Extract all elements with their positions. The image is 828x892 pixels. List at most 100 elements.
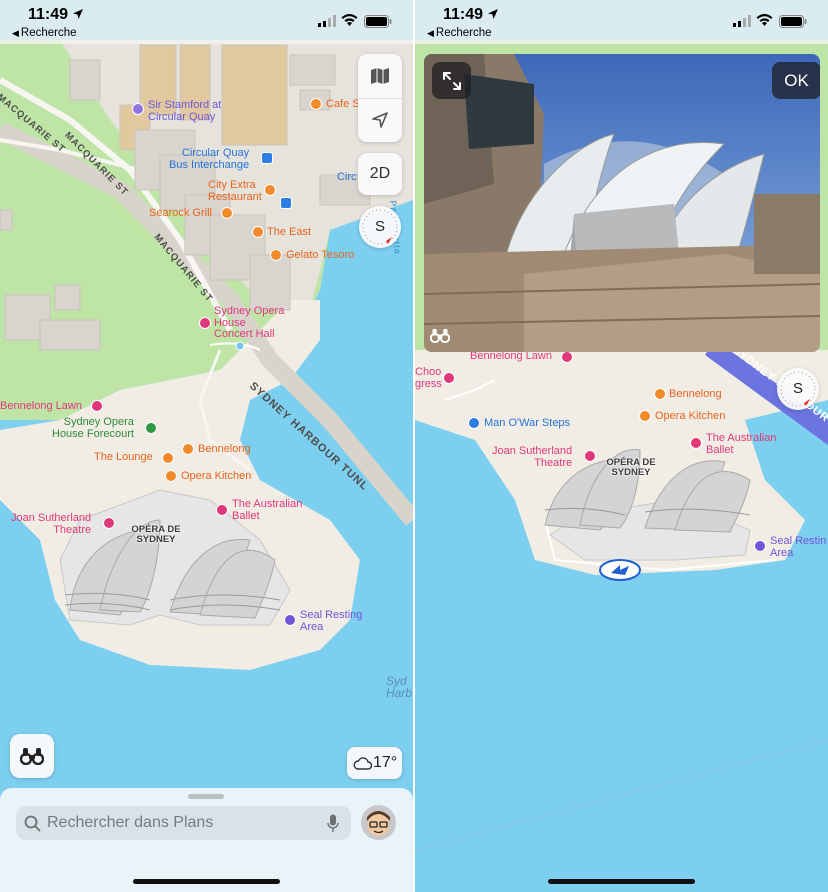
expand-icon <box>443 72 461 90</box>
star-poi[interactable] <box>754 540 766 552</box>
poi-label-australian-ballet[interactable]: The Australian Ballet <box>706 432 776 456</box>
search-field[interactable]: Rechercher dans Plans <box>16 806 351 840</box>
poi-label-choo[interactable]: Choo gress <box>415 366 442 390</box>
park-poi[interactable] <box>145 422 157 434</box>
poi-label-circular-quay-bus[interactable]: Circular Quay Bus Interchange <box>169 147 249 171</box>
star-poi[interactable] <box>284 614 296 626</box>
restaurant-poi[interactable] <box>221 207 233 219</box>
signal-icon <box>733 15 751 27</box>
back-triangle-icon: ◀ <box>12 28 19 38</box>
restaurant-poi[interactable] <box>182 443 194 455</box>
poi-label-circ[interactable]: Circ <box>337 171 357 184</box>
look-around-panel[interactable]: OK <box>424 54 820 352</box>
poi-label-city-extra[interactable]: City Extra Restaurant <box>208 179 262 203</box>
view-mode-label: 2D <box>369 165 391 182</box>
restaurant-poi[interactable] <box>264 184 276 196</box>
ferry-poi[interactable] <box>468 417 480 429</box>
poi-label-australian-ballet[interactable]: The Australian Ballet <box>232 498 302 522</box>
poi-label-bennelong-lawn[interactable]: Bennelong Lawn <box>470 350 552 363</box>
icecream-poi[interactable] <box>270 249 282 261</box>
weather-temperature: 17° <box>373 754 398 771</box>
theatre-poi[interactable] <box>690 437 702 449</box>
location-arrow-icon <box>488 9 498 19</box>
battery-icon <box>364 15 392 28</box>
look-around-button[interactable] <box>10 734 54 778</box>
restaurant-poi[interactable] <box>639 410 651 422</box>
compass-button[interactable]: S <box>777 368 819 410</box>
location-arrow-icon <box>372 112 388 128</box>
status-bar: 11:49 ◀ Recherche <box>0 0 413 44</box>
status-time: 11:49 <box>28 6 69 23</box>
opera-house-logo-label: OPÉRA DE SYDNEY <box>131 524 181 545</box>
cafe-poi[interactable] <box>310 98 322 110</box>
search-placeholder: Rechercher dans Plans <box>47 814 214 831</box>
map-mode-button[interactable] <box>358 54 402 98</box>
status-time: 11:49 <box>443 6 484 23</box>
poi-label-opera-kitchen[interactable]: Opera Kitchen <box>181 470 251 483</box>
expand-button[interactable] <box>432 62 471 99</box>
poi-label-forecourt[interactable]: Sydney Opera House Forecourt <box>52 416 134 440</box>
poi-label-joan-sutherland[interactable]: Joan Sutherland Theatre <box>492 445 572 469</box>
poi-label-bennelong-lawn[interactable]: Bennelong Lawn <box>0 400 82 413</box>
theatre-poi[interactable] <box>443 372 455 384</box>
poi-label-bennelong[interactable]: Bennelong <box>198 443 251 456</box>
poi-label-the-east[interactable]: The East <box>267 226 311 239</box>
theatre-poi[interactable] <box>216 504 228 516</box>
search-icon <box>24 815 41 832</box>
home-indicator <box>548 879 695 884</box>
poi-label-seal-resting[interactable]: Seal Restin Area <box>770 535 826 559</box>
view-2d-button[interactable]: 2D <box>358 153 402 195</box>
location-arrow-icon <box>73 9 83 19</box>
theatre-poi[interactable] <box>584 450 596 462</box>
poi-label-joan-sutherland[interactable]: Joan Sutherland Theatre <box>11 512 91 536</box>
bus-poi[interactable] <box>261 152 273 164</box>
poi-label-cafe[interactable]: Cafe S <box>326 98 360 111</box>
theatre-poi[interactable] <box>199 317 211 329</box>
cloud-icon <box>353 757 372 770</box>
park-poi[interactable] <box>561 351 573 363</box>
home-indicator <box>133 879 280 884</box>
poi-label-sir-stamford[interactable]: Sir Stamford at Circular Quay <box>148 99 221 123</box>
battery-icon <box>779 15 807 28</box>
microphone-icon[interactable] <box>327 814 339 833</box>
poi-label-seal-resting[interactable]: Seal Resting Area <box>300 609 362 633</box>
compass-button[interactable]: S <box>359 206 401 248</box>
right-screen: Bennelong Lawn Choogress SYDNEY HARBOUR … <box>415 0 828 892</box>
restaurant-poi[interactable] <box>654 388 666 400</box>
wifi-icon <box>756 14 773 26</box>
binoculars-icon <box>430 328 450 343</box>
water-label-sydney-harbour: Syd Harb <box>386 674 413 700</box>
signal-icon <box>318 15 336 27</box>
map-icon <box>371 68 389 84</box>
poi-label-bennelong[interactable]: Bennelong <box>669 388 722 401</box>
search-sheet: Rechercher dans Plans <box>0 788 413 892</box>
back-to-search-link[interactable]: ◀ Recherche <box>12 27 77 39</box>
sheet-grabber[interactable] <box>188 794 224 799</box>
left-screen: MACQUARIE ST MACQUARIE ST MACQUARIE ST S… <box>0 0 413 892</box>
status-bar: 11:49 ◀ Recherche <box>415 0 828 44</box>
hotel-poi[interactable] <box>132 103 144 115</box>
poi-label-concert-hall[interactable]: Sydney Opera House Concert Hall <box>214 305 284 341</box>
restaurant-poi[interactable] <box>165 470 177 482</box>
avatar[interactable] <box>361 805 396 840</box>
ok-button[interactable]: OK <box>772 62 820 99</box>
binoculars-icon <box>20 748 44 765</box>
look-around-photo[interactable] <box>424 54 820 352</box>
poi-label-searock-grill[interactable]: Searock Grill <box>149 207 212 220</box>
back-to-search-link[interactable]: ◀ Recherche <box>427 27 492 39</box>
weather-badge[interactable]: 17° <box>347 747 402 779</box>
back-triangle-icon: ◀ <box>427 28 434 38</box>
poi-label-gelato-tesoro[interactable]: Gelato Tesoro <box>286 249 354 262</box>
poi-label-man-o-war-steps[interactable]: Man O'War Steps <box>484 417 570 430</box>
theatre-poi[interactable] <box>103 517 115 529</box>
restaurant-poi[interactable] <box>162 452 174 464</box>
ferry-poi[interactable] <box>280 197 292 209</box>
locate-me-button[interactable] <box>358 98 402 142</box>
poi-label-opera-kitchen[interactable]: Opera Kitchen <box>655 410 725 423</box>
restaurant-poi[interactable] <box>252 226 264 238</box>
wifi-icon <box>341 14 358 26</box>
opera-house-logo-label: OPÉRA DE SYDNEY <box>606 457 656 478</box>
map-controls <box>358 54 402 142</box>
poi-label-the-lounge[interactable]: The Lounge <box>94 451 153 464</box>
park-poi[interactable] <box>91 400 103 412</box>
